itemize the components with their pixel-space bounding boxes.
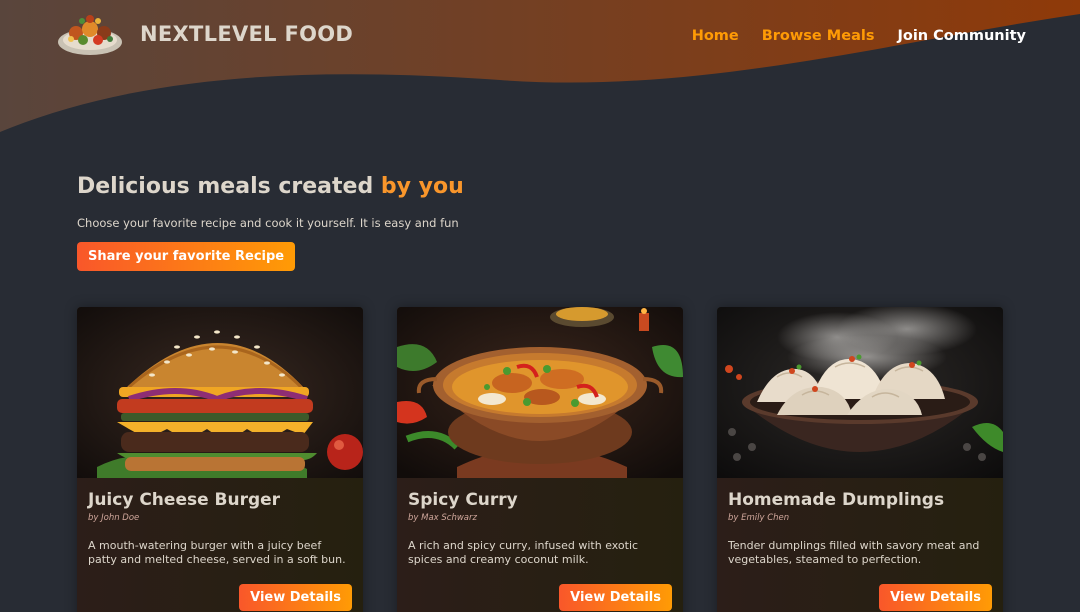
meal-author: by Emily Chen (728, 513, 790, 523)
meal-card-actions: View Details (408, 584, 672, 611)
dumplings-icon (717, 307, 1003, 478)
meal-title: Spicy Curry (408, 490, 518, 510)
meal-card-body: Spicy Curry by Max Schwarz A rich and sp… (397, 478, 683, 611)
view-details-button[interactable]: View Details (239, 584, 352, 611)
nav-join-community[interactable]: Join Community (897, 28, 1026, 44)
page-title: Delicious meals created by you (77, 174, 1080, 199)
meal-plate-icon (58, 15, 122, 55)
nav-browse-meals[interactable]: Browse Meals (762, 28, 875, 44)
burger-icon (77, 307, 363, 478)
meal-summary: A mouth-watering burger with a juicy bee… (88, 539, 346, 566)
meal-author: by Max Schwarz (408, 513, 477, 523)
share-recipe-button[interactable]: Share your favorite Recipe (77, 242, 296, 271)
meal-summary: A rich and spicy curry, infused with exo… (408, 539, 639, 566)
curry-icon (397, 307, 683, 478)
nav-home[interactable]: Home (692, 28, 739, 44)
meal-summary: Tender dumplings filled with savory meat… (728, 539, 980, 566)
meal-card: Juicy Cheese Burger by John Doe A mouth-… (77, 307, 363, 612)
logo-text: NextLevel Food (140, 22, 354, 46)
view-details-button[interactable]: View Details (879, 584, 992, 611)
view-details-button[interactable]: View Details (559, 584, 672, 611)
logo-link[interactable]: NextLevel Food (56, 9, 353, 59)
hero-section: Delicious meals created by you Choose yo… (0, 68, 1080, 271)
meal-title: Homemade Dumplings (728, 490, 945, 510)
main-nav: Home Browse Meals Join Community (692, 25, 1026, 44)
page-subtitle: Choose your favorite recipe and cook it … (77, 216, 459, 230)
meal-card-body: Juicy Cheese Burger by John Doe A mouth-… (77, 478, 363, 611)
meal-card-body: Homemade Dumplings by Emily Chen Tender … (717, 478, 1003, 611)
meal-card-actions: View Details (728, 584, 992, 611)
meal-card: Homemade Dumplings by Emily Chen Tender … (717, 307, 1003, 612)
page-title-highlight: by you (380, 174, 464, 199)
main-header: NextLevel Food Home Browse Meals Join Co… (0, 0, 1080, 68)
meal-card-actions: View Details (88, 584, 352, 611)
meal-card: Spicy Curry by Max Schwarz A rich and sp… (397, 307, 683, 612)
meals-grid: Juicy Cheese Burger by John Doe A mouth-… (77, 307, 1003, 612)
meal-author: by John Doe (88, 513, 140, 523)
meal-title: Juicy Cheese Burger (88, 490, 281, 510)
page-title-main: Delicious meals created (77, 174, 374, 199)
